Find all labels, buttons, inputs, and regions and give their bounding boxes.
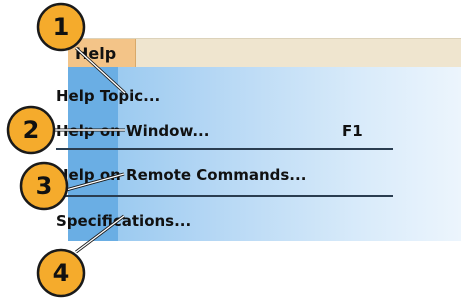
- callout-number: 1: [52, 13, 70, 41]
- callout-number: 2: [22, 116, 40, 144]
- callout-number: 4: [52, 259, 70, 287]
- callout-number: 3: [35, 172, 53, 200]
